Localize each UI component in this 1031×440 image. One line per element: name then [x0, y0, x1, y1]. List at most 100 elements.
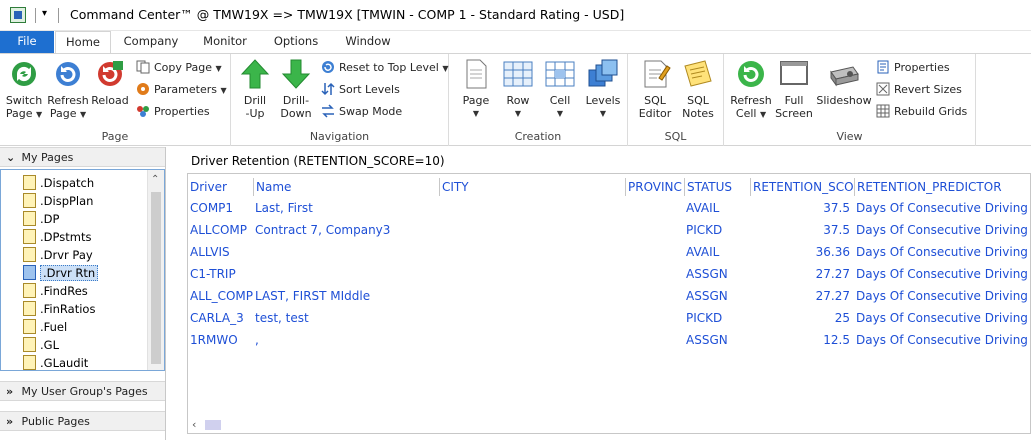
- page-properties-button[interactable]: Properties: [136, 103, 210, 123]
- page-item-findres[interactable]: .FindRes: [23, 282, 88, 300]
- page-group-label: Page: [101, 130, 129, 143]
- creation-group: Page ▼ Row ▼ Cell ▼ Levels ▼ Creation: [449, 54, 628, 146]
- levels-icon: [587, 58, 619, 90]
- page-file-icon: [23, 301, 36, 316]
- cell-grid-icon: [544, 58, 576, 90]
- refresh-page-button[interactable]: Refresh Page ▼: [46, 58, 90, 121]
- arrow-down-icon: [280, 58, 312, 90]
- grid-title: Driver Retention (RETENTION_SCORE=10): [191, 154, 445, 168]
- switch-page-button[interactable]: Switch Page ▼: [4, 58, 44, 121]
- chevron-down-icon: ▼: [220, 86, 227, 95]
- page-item-drvr-rtn[interactable]: .Drvr Rtn: [23, 264, 99, 282]
- page-item-gl[interactable]: .GL: [23, 336, 59, 354]
- page-group: Switch Page ▼ Refresh Page ▼ Reload Copy…: [0, 54, 231, 146]
- chevron-down-icon: ▼: [79, 110, 87, 119]
- tab-home[interactable]: Home: [55, 31, 111, 54]
- column-header-retention-predictor[interactable]: RETENTION_PREDICTOR: [854, 178, 1031, 196]
- scroll-up-icon[interactable]: ⌃: [151, 174, 159, 185]
- ribbon-tabs: File Home Company Monitor Options Window: [0, 31, 1031, 54]
- copy-icon: [136, 60, 150, 74]
- chevron-down-icon: ▼: [599, 109, 607, 118]
- page-item-dp[interactable]: .DP: [23, 210, 59, 228]
- copy-page-button[interactable]: Copy Page ▼: [136, 59, 222, 79]
- notes-icon: [682, 58, 714, 90]
- tab-window[interactable]: Window: [336, 31, 400, 53]
- pages-navigation-pane: ⌄ My Pages .Dispatch .DispPlan .DP .DPst…: [0, 147, 166, 440]
- column-header-driver[interactable]: Driver: [188, 178, 253, 196]
- page-item-dpstmts[interactable]: .DPstmts: [23, 228, 91, 246]
- divider: [35, 8, 36, 23]
- app-icon[interactable]: [10, 7, 26, 23]
- page-file-icon: [23, 211, 36, 226]
- scrollbar-thumb[interactable]: [205, 420, 221, 430]
- page-item-fuel[interactable]: .Fuel: [23, 318, 67, 336]
- tab-options[interactable]: Options: [266, 31, 326, 53]
- page-file-icon: [23, 337, 36, 352]
- refresh-cell-icon: [735, 58, 767, 90]
- page-file-icon: [23, 319, 36, 334]
- page-item-dispplan[interactable]: .DispPlan: [23, 192, 93, 210]
- column-header-city[interactable]: CITY: [439, 178, 625, 196]
- chevron-down-icon: ▼: [556, 109, 564, 118]
- page-file-icon: [23, 175, 36, 190]
- sort-levels-button[interactable]: Sort Levels: [321, 81, 400, 101]
- page-item-glaudit[interactable]: .GLaudit: [23, 354, 88, 370]
- my-pages-list[interactable]: .Dispatch .DispPlan .DP .DPstmts .Drvr P…: [0, 169, 165, 371]
- data-grid[interactable]: Driver Name CITY PROVINC STATUS RETENTIO…: [187, 173, 1031, 434]
- expand-chevron-icon: »: [6, 385, 14, 398]
- page-item-drvr-pay[interactable]: .Drvr Pay: [23, 246, 93, 264]
- pages-scrollbar[interactable]: ⌃: [147, 170, 164, 370]
- swap-mode-button[interactable]: Swap Mode: [321, 103, 402, 123]
- view-group-label: View: [836, 130, 863, 143]
- refresh-cell-button[interactable]: Refresh Cell ▼: [728, 58, 774, 121]
- chevron-down-icon: ▼: [442, 64, 449, 73]
- scroll-left-icon[interactable]: ‹: [192, 418, 196, 431]
- column-header-name[interactable]: Name: [253, 178, 439, 196]
- column-header-retention-score[interactable]: RETENTION_SCO: [750, 178, 854, 196]
- sql-editor-button[interactable]: SQL Editor: [634, 58, 676, 120]
- title-bar: ▾ Command Center™ @ TMW19X => TMW19X [TM…: [0, 0, 1031, 31]
- chevron-down-icon: ▼: [759, 110, 767, 119]
- collapse-chevron-icon: ⌄: [6, 151, 16, 164]
- table-row[interactable]: ALLVIS AVAIL 36.36 Days Of Consecutive D…: [188, 241, 1030, 263]
- rebuild-grids-button[interactable]: Rebuild Grids: [876, 103, 967, 123]
- tab-company[interactable]: Company: [118, 31, 184, 53]
- view-properties-button[interactable]: Properties: [876, 59, 950, 79]
- new-cell-button[interactable]: Cell ▼: [541, 58, 579, 120]
- column-header-province[interactable]: PROVINC: [625, 178, 684, 196]
- drill-up-button[interactable]: Drill -Up: [237, 58, 273, 120]
- scrollbar-thumb[interactable]: [151, 192, 161, 364]
- sql-notes-button[interactable]: SQL Notes: [678, 58, 718, 120]
- new-page-button[interactable]: Page ▼: [457, 58, 495, 120]
- public-pages-header[interactable]: » Public Pages: [0, 411, 165, 431]
- column-header-status[interactable]: STATUS: [684, 178, 750, 196]
- slideshow-button[interactable]: Slideshow: [816, 58, 872, 107]
- page-icon: [460, 58, 492, 90]
- drill-down-button[interactable]: Drill- Down: [277, 58, 315, 120]
- chevron-down-icon: ▼: [514, 109, 522, 118]
- table-row[interactable]: 1RMWO , ASSGN 12.5 Days Of Consecutive D…: [188, 329, 1030, 351]
- refresh-icon: [52, 58, 84, 90]
- user-group-pages-header[interactable]: » My User Group's Pages: [0, 381, 165, 401]
- main-content: Driver Retention (RETENTION_SCORE=10) Dr…: [176, 147, 1031, 440]
- reset-to-top-level-button[interactable]: Reset to Top Level ▼: [321, 59, 449, 79]
- grid-horizontal-scrollbar[interactable]: ‹: [188, 416, 1030, 433]
- quick-access-dropdown-icon[interactable]: ▾: [42, 8, 47, 19]
- table-row[interactable]: ALL_COMP LAST, FIRST MIddle ASSGN 27.27 …: [188, 285, 1030, 307]
- table-row[interactable]: ALLCOMP Contract 7, Company3 PICKD 37.5 …: [188, 219, 1030, 241]
- my-pages-header[interactable]: ⌄ My Pages: [0, 147, 165, 167]
- page-item-dispatch[interactable]: .Dispatch: [23, 174, 94, 192]
- new-row-button[interactable]: Row ▼: [499, 58, 537, 120]
- reload-button[interactable]: Reload: [90, 58, 130, 107]
- levels-button[interactable]: Levels ▼: [583, 58, 623, 120]
- parameters-button[interactable]: Parameters ▼: [136, 81, 227, 101]
- table-row[interactable]: CARLA_3 test, test PICKD 25 Days Of Cons…: [188, 307, 1030, 329]
- tab-file[interactable]: File: [0, 31, 54, 53]
- full-screen-button[interactable]: Full Screen: [774, 58, 814, 120]
- revert-sizes-button[interactable]: Revert Sizes: [876, 81, 962, 101]
- table-row[interactable]: COMP1 Last, First AVAIL 37.5 Days Of Con…: [188, 197, 1030, 219]
- tab-monitor[interactable]: Monitor: [195, 31, 255, 53]
- table-row[interactable]: C1-TRIP ASSGN 27.27 Days Of Consecutive …: [188, 263, 1030, 285]
- page-item-finratios[interactable]: .FinRatios: [23, 300, 95, 318]
- arrow-up-icon: [239, 58, 271, 90]
